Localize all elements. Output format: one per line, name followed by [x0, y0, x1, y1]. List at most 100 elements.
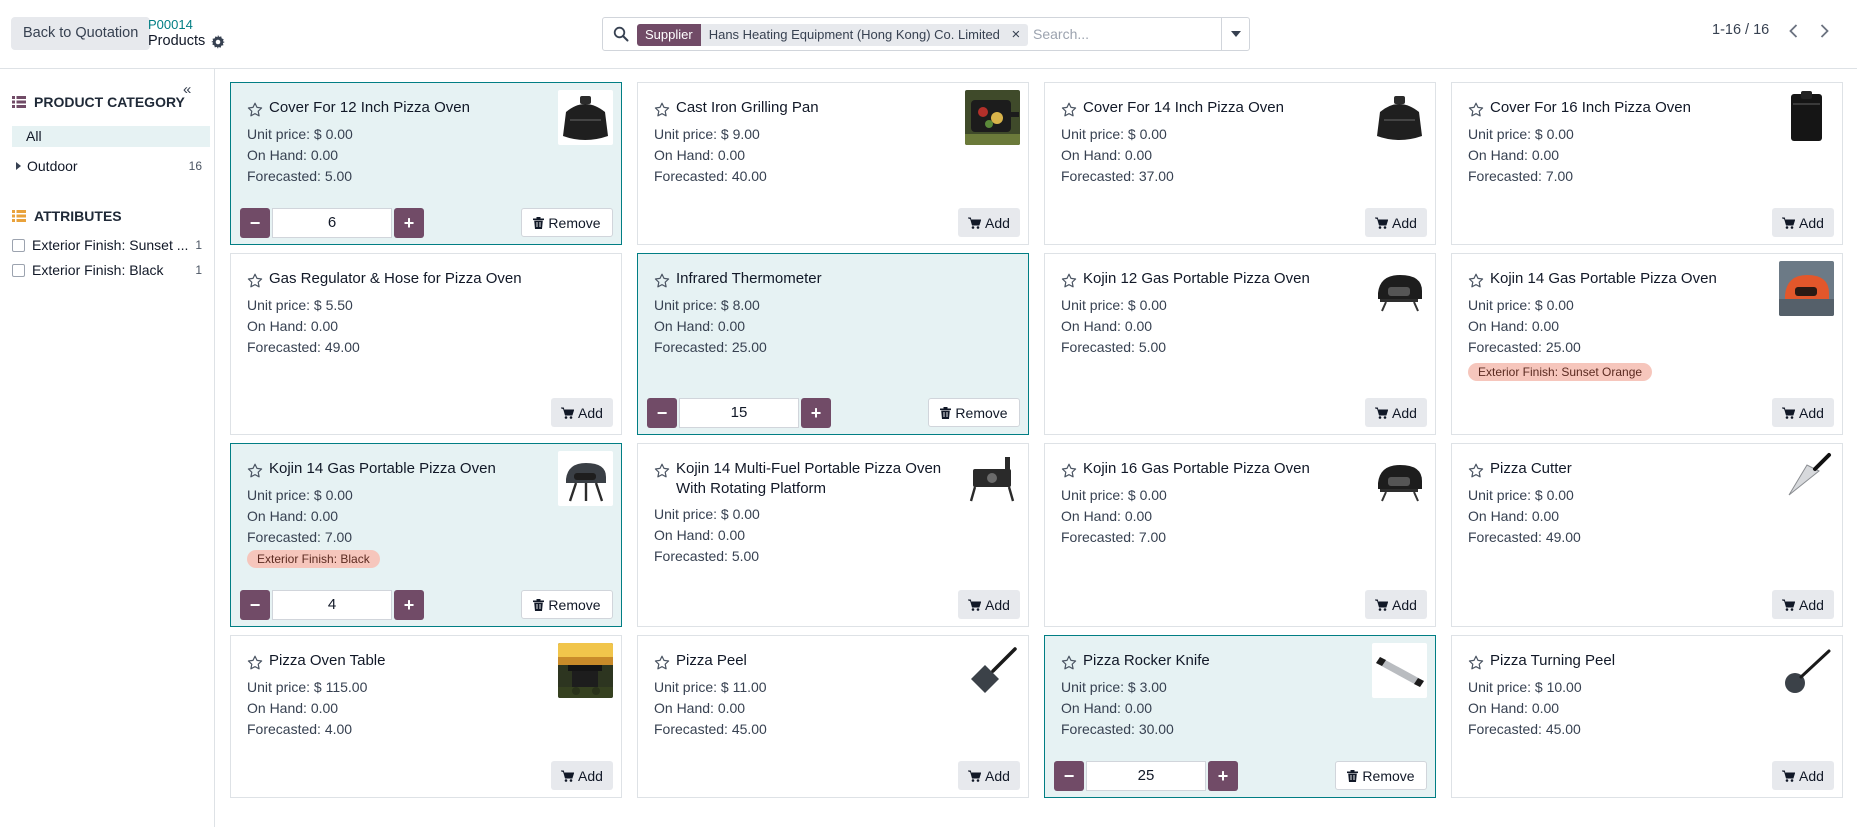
category-item-outdoor[interactable]: Outdoor 16 — [12, 156, 210, 176]
product-card[interactable]: Cover For 14 Inch Pizza Oven Unit price: … — [1044, 82, 1436, 245]
product-card[interactable]: Pizza Peel Unit price: $ 11.00 On Hand: 0.… — [637, 635, 1029, 798]
increase-quantity-button[interactable]: + — [1208, 761, 1238, 791]
breadcrumb-quotation-link[interactable]: P00014 — [148, 17, 193, 32]
pager-value[interactable]: 1-16 / 16 — [1712, 22, 1769, 38]
product-card[interactable]: Pizza Turning Peel Unit price: $ 10.00 On … — [1451, 635, 1843, 798]
product-card[interactable]: Cast Iron Grilling Pan Unit price: $ 9.00… — [637, 82, 1029, 245]
attribute-filter-sunset-orange[interactable]: Exterior Finish: Sunset ... 1 — [12, 235, 210, 255]
attribute-filter-black[interactable]: Exterior Finish: Black 1 — [12, 260, 210, 280]
chevron-right-icon — [1820, 24, 1829, 38]
favorite-star-icon[interactable] — [1061, 273, 1077, 289]
pager-previous-button[interactable] — [1778, 18, 1808, 44]
add-button[interactable]: Add — [1772, 761, 1834, 790]
quantity-input[interactable]: 4 — [272, 590, 392, 620]
favorite-star-icon[interactable] — [247, 463, 263, 479]
pager-next-button[interactable] — [1809, 18, 1839, 44]
add-button[interactable]: Add — [551, 398, 613, 427]
quantity-input[interactable]: 25 — [1086, 761, 1206, 791]
facet-value: Hans Heating Equipment (Hong Kong) Co. L… — [708, 27, 1000, 42]
unit-price: Unit price: $ 0.00 — [247, 126, 353, 142]
increase-quantity-button[interactable]: + — [801, 398, 831, 428]
product-card[interactable]: Pizza Cutter Unit price: $ 0.00 On Hand: 0… — [1451, 443, 1843, 627]
decrease-quantity-button[interactable]: − — [647, 398, 677, 428]
product-name: Pizza Oven Table — [269, 652, 386, 669]
remove-button[interactable]: Remove — [928, 398, 1020, 427]
remove-label: Remove — [548, 596, 601, 613]
add-button[interactable]: Add — [958, 590, 1020, 619]
remove-button[interactable]: Remove — [521, 208, 613, 237]
decrease-quantity-button[interactable]: − — [1054, 761, 1084, 791]
favorite-star-icon[interactable] — [654, 273, 670, 289]
quantity-stepper: −4 + — [240, 590, 424, 620]
product-card[interactable]: Kojin 14 Gas Portable Pizza Oven Unit pri… — [1451, 253, 1843, 435]
unit-price: Unit price: $ 5.50 — [247, 297, 353, 313]
category-all[interactable]: All — [12, 126, 210, 147]
attribute-checkbox[interactable] — [12, 264, 25, 277]
add-button[interactable]: Add — [551, 761, 613, 790]
search-icon[interactable] — [613, 26, 629, 42]
favorite-star-icon[interactable] — [247, 273, 263, 289]
gear-icon[interactable] — [211, 35, 225, 49]
forecasted: Forecasted: 25.00 — [654, 339, 767, 355]
quantity-input[interactable]: 15 — [679, 398, 799, 428]
remove-button[interactable]: Remove — [521, 590, 613, 619]
unit-price: Unit price: $ 0.00 — [1061, 487, 1167, 503]
increase-quantity-button[interactable]: + — [394, 590, 424, 620]
add-button[interactable]: Add — [958, 208, 1020, 237]
attribute-label: Exterior Finish: Sunset ... — [32, 237, 189, 253]
add-button[interactable]: Add — [1772, 398, 1834, 427]
product-card[interactable]: Cover For 16 Inch Pizza Oven Unit price: … — [1451, 82, 1843, 245]
favorite-star-icon[interactable] — [1061, 463, 1077, 479]
decrease-quantity-button[interactable]: − — [240, 590, 270, 620]
remove-facet-icon[interactable]: × — [1008, 24, 1028, 46]
forecasted: Forecasted: 49.00 — [1468, 529, 1581, 545]
product-card[interactable]: Pizza Rocker Knife Unit price: $ 3.00 On H… — [1044, 635, 1436, 798]
product-card[interactable]: Pizza Oven Table Unit price: $ 115.00 On H… — [230, 635, 622, 798]
add-label: Add — [1799, 596, 1824, 613]
cart-icon — [1375, 407, 1389, 419]
favorite-star-icon[interactable] — [1468, 655, 1484, 671]
product-details: Unit price: $ 5.50 On Hand: 0.00 Forecaste… — [247, 295, 360, 358]
add-button[interactable]: Add — [958, 761, 1020, 790]
product-details: Unit price: $ 3.00 On Hand: 0.00 Forecaste… — [1061, 677, 1174, 740]
favorite-star-icon[interactable] — [654, 655, 670, 671]
attribute-checkbox[interactable] — [12, 239, 25, 252]
forecasted: Forecasted: 25.00 — [1468, 339, 1581, 355]
on-hand: On Hand: 0.00 — [1468, 508, 1560, 524]
remove-button[interactable]: Remove — [1335, 761, 1427, 790]
caret-right-icon[interactable] — [16, 162, 21, 170]
favorite-star-icon[interactable] — [654, 463, 670, 479]
quantity-input[interactable]: 6 — [272, 208, 392, 238]
increase-quantity-button[interactable]: + — [394, 208, 424, 238]
favorite-star-icon[interactable] — [1061, 655, 1077, 671]
product-card[interactable]: Kojin 14 Gas Portable Pizza Oven Unit pri… — [230, 443, 622, 627]
back-to-quotation-button[interactable]: Back to Quotation — [11, 17, 151, 50]
decrease-quantity-button[interactable]: − — [240, 208, 270, 238]
add-button[interactable]: Add — [1365, 398, 1427, 427]
product-card[interactable]: Kojin 12 Gas Portable Pizza Oven Unit pri… — [1044, 253, 1436, 435]
add-button[interactable]: Add — [1772, 208, 1834, 237]
product-card[interactable]: Gas Regulator & Hose for Pizza Oven Unit … — [230, 253, 622, 435]
product-details: Unit price: $ 0.00 On Hand: 0.00 Forecaste… — [247, 485, 353, 548]
chevron-left-icon — [1788, 24, 1797, 38]
favorite-star-icon[interactable] — [247, 655, 263, 671]
product-details: Unit price: $ 11.00 On Hand: 0.00 Forecast… — [654, 677, 767, 740]
product-card[interactable]: Kojin 16 Gas Portable Pizza Oven Unit pri… — [1044, 443, 1436, 627]
favorite-star-icon[interactable] — [247, 102, 263, 118]
on-hand: On Hand: 0.00 — [1468, 700, 1560, 716]
product-card[interactable]: Cover For 12 Inch Pizza Oven Unit price: … — [230, 82, 622, 245]
favorite-star-icon[interactable] — [654, 102, 670, 118]
favorite-star-icon[interactable] — [1468, 463, 1484, 479]
favorite-star-icon[interactable] — [1061, 102, 1077, 118]
list-icon — [12, 96, 26, 108]
add-button[interactable]: Add — [1365, 590, 1427, 619]
product-card[interactable]: Infrared Thermometer Unit price: $ 8.00 On… — [637, 253, 1029, 435]
search-input[interactable] — [1033, 19, 1213, 49]
favorite-star-icon[interactable] — [1468, 273, 1484, 289]
favorite-star-icon[interactable] — [1468, 102, 1484, 118]
product-card[interactable]: Kojin 14 Multi-Fuel Portable Pizza Oven … — [637, 443, 1029, 627]
rocker-knife-photo — [1372, 643, 1427, 698]
search-options-toggle[interactable] — [1221, 18, 1249, 50]
add-button[interactable]: Add — [1772, 590, 1834, 619]
add-button[interactable]: Add — [1365, 208, 1427, 237]
